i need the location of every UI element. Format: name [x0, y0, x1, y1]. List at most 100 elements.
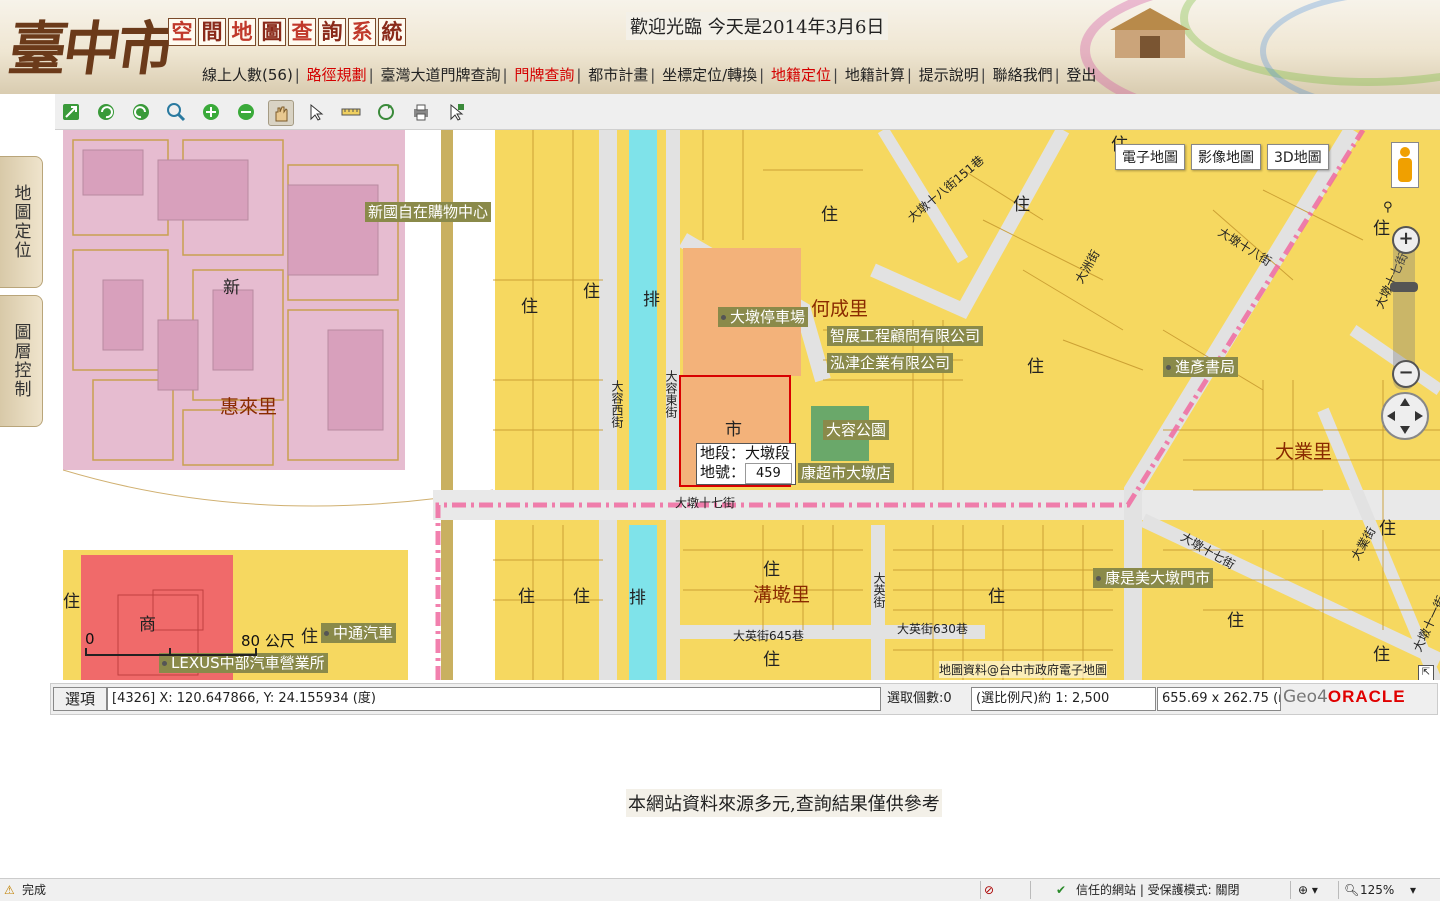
geo4-oracle-logo: Geo4ORACLE [1283, 687, 1406, 707]
full-extent-icon[interactable] [59, 100, 83, 124]
map-toolbar [55, 94, 1440, 130]
street-label: 大英街645巷 [733, 629, 804, 643]
zoom-minus-icon[interactable]: − [1392, 360, 1420, 388]
map-type-3d-button[interactable]: 3D地圖 [1267, 144, 1329, 170]
brand-prefix: Geo4 [1283, 687, 1328, 707]
nav-urban-planning[interactable]: 都市計畫 [588, 66, 648, 84]
site-header: 臺中市 空 間 地 圖 查 詢 系 統 歡迎光臨 今天是2014年3月6日 線上… [0, 0, 1440, 94]
zone-label: 住 [301, 627, 318, 647]
zone-label: 住 [63, 592, 80, 612]
village-label: 大業里 [1275, 441, 1333, 463]
zone-label: 住 [1379, 519, 1396, 539]
poi-label[interactable]: 智展工程顧問有限公司 [827, 326, 984, 346]
street-label: 大英街630巷 [897, 622, 968, 636]
nav-help[interactable]: 提示說明 [919, 66, 979, 84]
poi-label[interactable]: 泓津企業有限公司 [827, 353, 954, 373]
street-label: 大容東街 [664, 370, 678, 418]
browser-status-bar: ⚠ 完成 ⊘ ✔ 信任的網站 | 受保護模式: 關閉 ⊕ ▾ 🔍︎ 125% ▾ [0, 878, 1440, 901]
scale-zero: 0 [85, 630, 95, 648]
nav-contact[interactable]: 聯絡我們 [993, 66, 1053, 84]
zone-label: 住 [583, 282, 600, 302]
nav-cadastral-calc[interactable]: 地籍計算 [845, 66, 905, 84]
pan-hand-icon[interactable] [268, 100, 294, 126]
popup-blocker-icon[interactable]: ⊘ [984, 881, 994, 899]
system-title-char: 圖 [258, 18, 286, 46]
parcel-tooltip: 地段：大墩段 地號： 459 [696, 443, 796, 485]
next-extent-icon[interactable] [129, 100, 153, 124]
pan-arrows-icon[interactable] [1381, 392, 1429, 440]
zone-label: 新 [223, 278, 240, 298]
city-logo: 臺中市 [4, 15, 177, 83]
poi-label[interactable]: 大墩停車場 [718, 307, 809, 327]
select-arrow-icon[interactable] [304, 100, 328, 124]
poi-label[interactable]: LEXUS中部汽車營業所 [159, 653, 328, 673]
map-canvas[interactable]: 新 住 住 排 住 住 住 市 住 住 住 排 住 住 住 住 住 商 住 住 … [63, 130, 1440, 680]
zoom-box-icon[interactable] [164, 100, 188, 124]
map-locate-tab[interactable]: 地圖定位 [0, 156, 43, 288]
zoom-plus-icon[interactable]: + [1392, 226, 1420, 254]
map-attribution: 地圖資料@台中市政府電子地圖 [939, 661, 1108, 678]
chevron-down-icon[interactable]: ▾ [1410, 881, 1416, 899]
options-button[interactable]: 選項 [53, 687, 107, 711]
checkmark-icon: ✔ [1056, 883, 1067, 897]
nav-route-planning[interactable]: 路徑規劃 [307, 66, 367, 84]
zone-label: 住 [1027, 357, 1044, 377]
system-title-char: 查 [288, 18, 316, 46]
temple-illustration [1060, 0, 1240, 60]
zoom-out-icon[interactable] [234, 100, 258, 124]
poi-label[interactable]: 大容公園 [823, 420, 890, 440]
poi-label[interactable]: 進彥書局 [1163, 357, 1239, 377]
poi-label[interactable]: 康是美大墩門市 [1093, 568, 1214, 588]
system-title-char: 系 [348, 18, 376, 46]
zone-label: 住 [1227, 611, 1244, 631]
poi-label[interactable]: 新國自在購物中心 [365, 202, 492, 222]
header-decoration [1260, 0, 1440, 94]
poi-label[interactable]: 中通汽車 [321, 623, 397, 643]
nav-address-search[interactable]: 門牌查詢 [514, 66, 574, 84]
identify-icon[interactable] [444, 100, 468, 124]
zone-label: 商 [139, 615, 156, 635]
system-title-char: 地 [228, 18, 256, 46]
zone-label: 排 [643, 290, 660, 310]
search-icon[interactable]: ⚲ [1383, 200, 1393, 215]
brand-name: ORACLE [1327, 687, 1406, 706]
parcel-number-label: 地號： [700, 463, 746, 481]
scale-selector[interactable]: (選比例尺)約 1: 2,500 [971, 687, 1156, 711]
street-label: 大英街 [872, 572, 886, 608]
zoom-level-icon: 🔍︎ [1344, 883, 1360, 897]
poi-label[interactable]: 康超市大墩店 [798, 463, 895, 483]
measure-ruler-icon[interactable] [339, 100, 363, 124]
security-zone[interactable]: 信任的網站 | 受保護模式: 關閉 [1076, 881, 1240, 899]
zone-label: 住 [763, 650, 780, 670]
system-title: 空 間 地 圖 查 詢 系 統 [168, 18, 406, 46]
zoom-slider-thumb[interactable] [1390, 282, 1418, 292]
nav-logout[interactable]: 登出 [1066, 66, 1096, 84]
map-type-imagery-button[interactable]: 影像地圖 [1191, 144, 1261, 170]
layer-control-tab[interactable]: 圖層控制 [0, 295, 43, 427]
zone-label: 住 [518, 587, 535, 607]
street-view-pegman-icon[interactable] [1391, 142, 1419, 188]
print-icon[interactable] [409, 100, 433, 124]
previous-extent-icon[interactable] [94, 100, 118, 124]
globe-icon[interactable]: ⊕ ▾ [1298, 881, 1318, 899]
system-title-char: 間 [198, 18, 226, 46]
map-type-electronic-button[interactable]: 電子地圖 [1115, 144, 1185, 170]
zoom-in-icon[interactable] [199, 100, 223, 124]
nav-taiwan-blvd-address[interactable]: 臺灣大道門牌查詢 [381, 66, 501, 84]
system-title-char: 詢 [318, 18, 346, 46]
zone-label: 住 [521, 297, 538, 317]
nav-cadastral-locate[interactable]: 地籍定位 [771, 66, 831, 84]
street-label: 大容西街 [610, 380, 624, 428]
map-type-switcher: 電子地圖 影像地圖 3D地圖 [1115, 144, 1329, 170]
zoom-level[interactable]: 125% [1360, 881, 1394, 899]
refresh-icon[interactable] [374, 100, 398, 124]
coordinate-readout: [4326] X: 120.647866, Y: 24.155934 (度) [107, 687, 881, 711]
resize-corner-icon[interactable]: ⇱ [1418, 665, 1434, 680]
zone-label: 市 [725, 420, 742, 440]
system-title-char: 統 [378, 18, 406, 46]
load-status: 完成 [22, 883, 47, 897]
map-status-bar: 選項 [4326] X: 120.647866, Y: 24.155934 (度… [50, 683, 1438, 715]
nav-coordinate-convert[interactable]: 坐標定位/轉換 [662, 66, 757, 84]
parcel-number: 459 [745, 463, 792, 484]
village-label: 何成里 [811, 298, 869, 320]
